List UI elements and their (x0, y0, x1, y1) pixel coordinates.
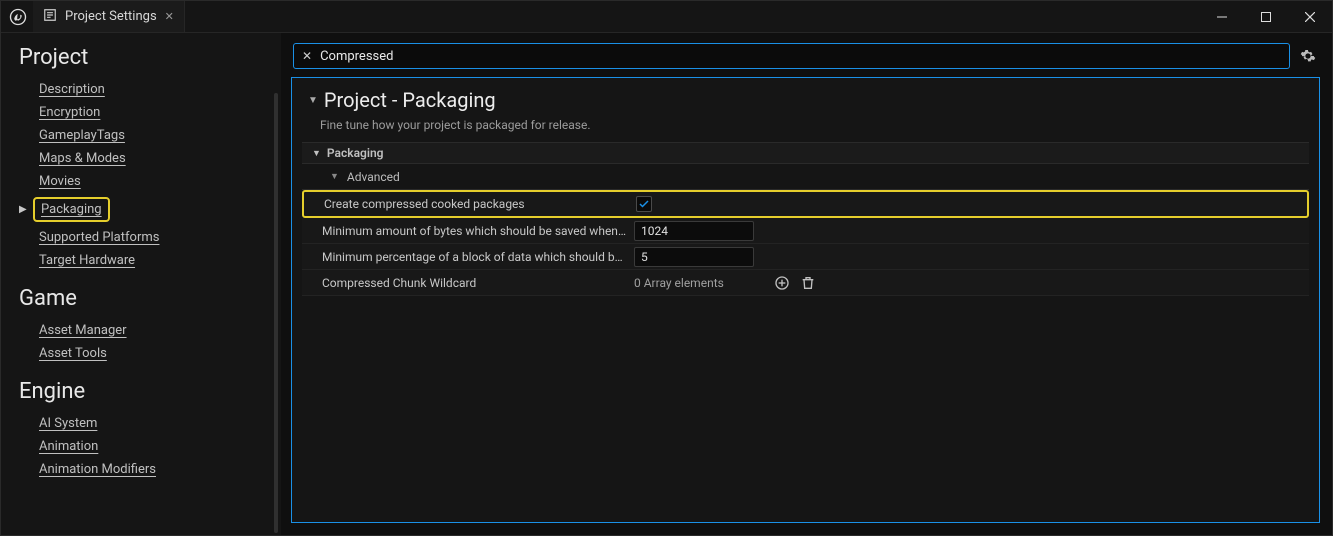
play-arrow-icon: ▶ (19, 204, 27, 215)
sidebar-item-animation[interactable]: Animation (19, 435, 277, 458)
sidebar-item-supported-platforms[interactable]: Supported Platforms (19, 226, 277, 249)
sidebar-item-description[interactable]: Description (19, 78, 277, 101)
settings-panel: ▼ Project - Packaging Fine tune how your… (291, 77, 1320, 523)
maximize-button[interactable] (1244, 1, 1288, 32)
sidebar-item-packaging[interactable]: ▶ Packaging (19, 193, 277, 226)
sidebar[interactable]: Project Description Encryption GameplayT… (1, 33, 281, 535)
chevron-down-icon: ▼ (308, 95, 318, 106)
gear-icon[interactable] (1298, 48, 1318, 64)
titlebar: Project Settings ✕ (1, 1, 1332, 33)
close-window-button[interactable] (1288, 1, 1332, 32)
property-label: Minimum amount of bytes which should be … (302, 224, 628, 238)
clear-search-icon[interactable]: ✕ (302, 49, 312, 63)
panel-header[interactable]: ▼ Project - Packaging (302, 88, 1309, 112)
sidebar-item-asset-tools[interactable]: Asset Tools (19, 342, 277, 365)
property-row-compressed-packages: Create compressed cooked packages (302, 190, 1309, 218)
sidebar-item-gameplaytags[interactable]: GameplayTags (19, 124, 277, 147)
property-row-chunk-wildcard: Compressed Chunk Wildcard 0 Array elemen… (302, 270, 1309, 296)
input-min-percentage[interactable] (634, 247, 754, 267)
sidebar-item-target-hardware[interactable]: Target Hardware (19, 249, 277, 272)
panel-description: Fine tune how your project is packaged f… (302, 112, 1309, 142)
tab-title: Project Settings (65, 9, 157, 24)
sidebar-item-asset-manager[interactable]: Asset Manager (19, 319, 277, 342)
sidebar-item-encryption[interactable]: Encryption (19, 101, 277, 124)
property-label: Compressed Chunk Wildcard (302, 276, 628, 290)
array-count-text: 0 Array elements (634, 276, 724, 290)
property-row-min-bytes: Minimum amount of bytes which should be … (302, 218, 1309, 244)
sidebar-section-engine: Engine (19, 379, 277, 404)
input-min-bytes[interactable] (634, 221, 754, 241)
add-array-element-icon[interactable] (774, 275, 790, 291)
subcategory-header-advanced[interactable]: ▼ Advanced (302, 164, 1309, 190)
unreal-logo-icon (9, 8, 27, 26)
chevron-down-icon: ▼ (330, 171, 339, 182)
sidebar-item-movies[interactable]: Movies (19, 170, 277, 193)
search-input[interactable] (320, 49, 1281, 64)
sidebar-item-maps-modes[interactable]: Maps & Modes (19, 147, 277, 170)
clear-array-icon[interactable] (800, 275, 816, 291)
settings-box-icon (43, 8, 57, 25)
minimize-button[interactable] (1200, 1, 1244, 32)
property-label: Minimum percentage of a block of data wh… (302, 250, 628, 264)
checkbox-compressed-packages[interactable] (636, 196, 652, 212)
property-row-min-percentage: Minimum percentage of a block of data wh… (302, 244, 1309, 270)
category-header-packaging[interactable]: ▼ Packaging (302, 142, 1309, 164)
sidebar-item-ai-system[interactable]: AI System (19, 412, 277, 435)
sidebar-section-game: Game (19, 286, 277, 311)
sidebar-section-project: Project (19, 45, 277, 70)
sidebar-item-animation-modifiers[interactable]: Animation Modifiers (19, 458, 277, 481)
content-area: ✕ ▼ Project - Packaging Fine tune how yo… (281, 33, 1332, 535)
window-tab[interactable]: Project Settings ✕ (33, 1, 185, 32)
close-tab-icon[interactable]: ✕ (165, 10, 174, 23)
search-box[interactable]: ✕ (293, 43, 1290, 69)
property-label: Create compressed cooked packages (304, 197, 630, 211)
chevron-down-icon: ▼ (312, 148, 321, 159)
panel-title: Project - Packaging (324, 88, 496, 112)
